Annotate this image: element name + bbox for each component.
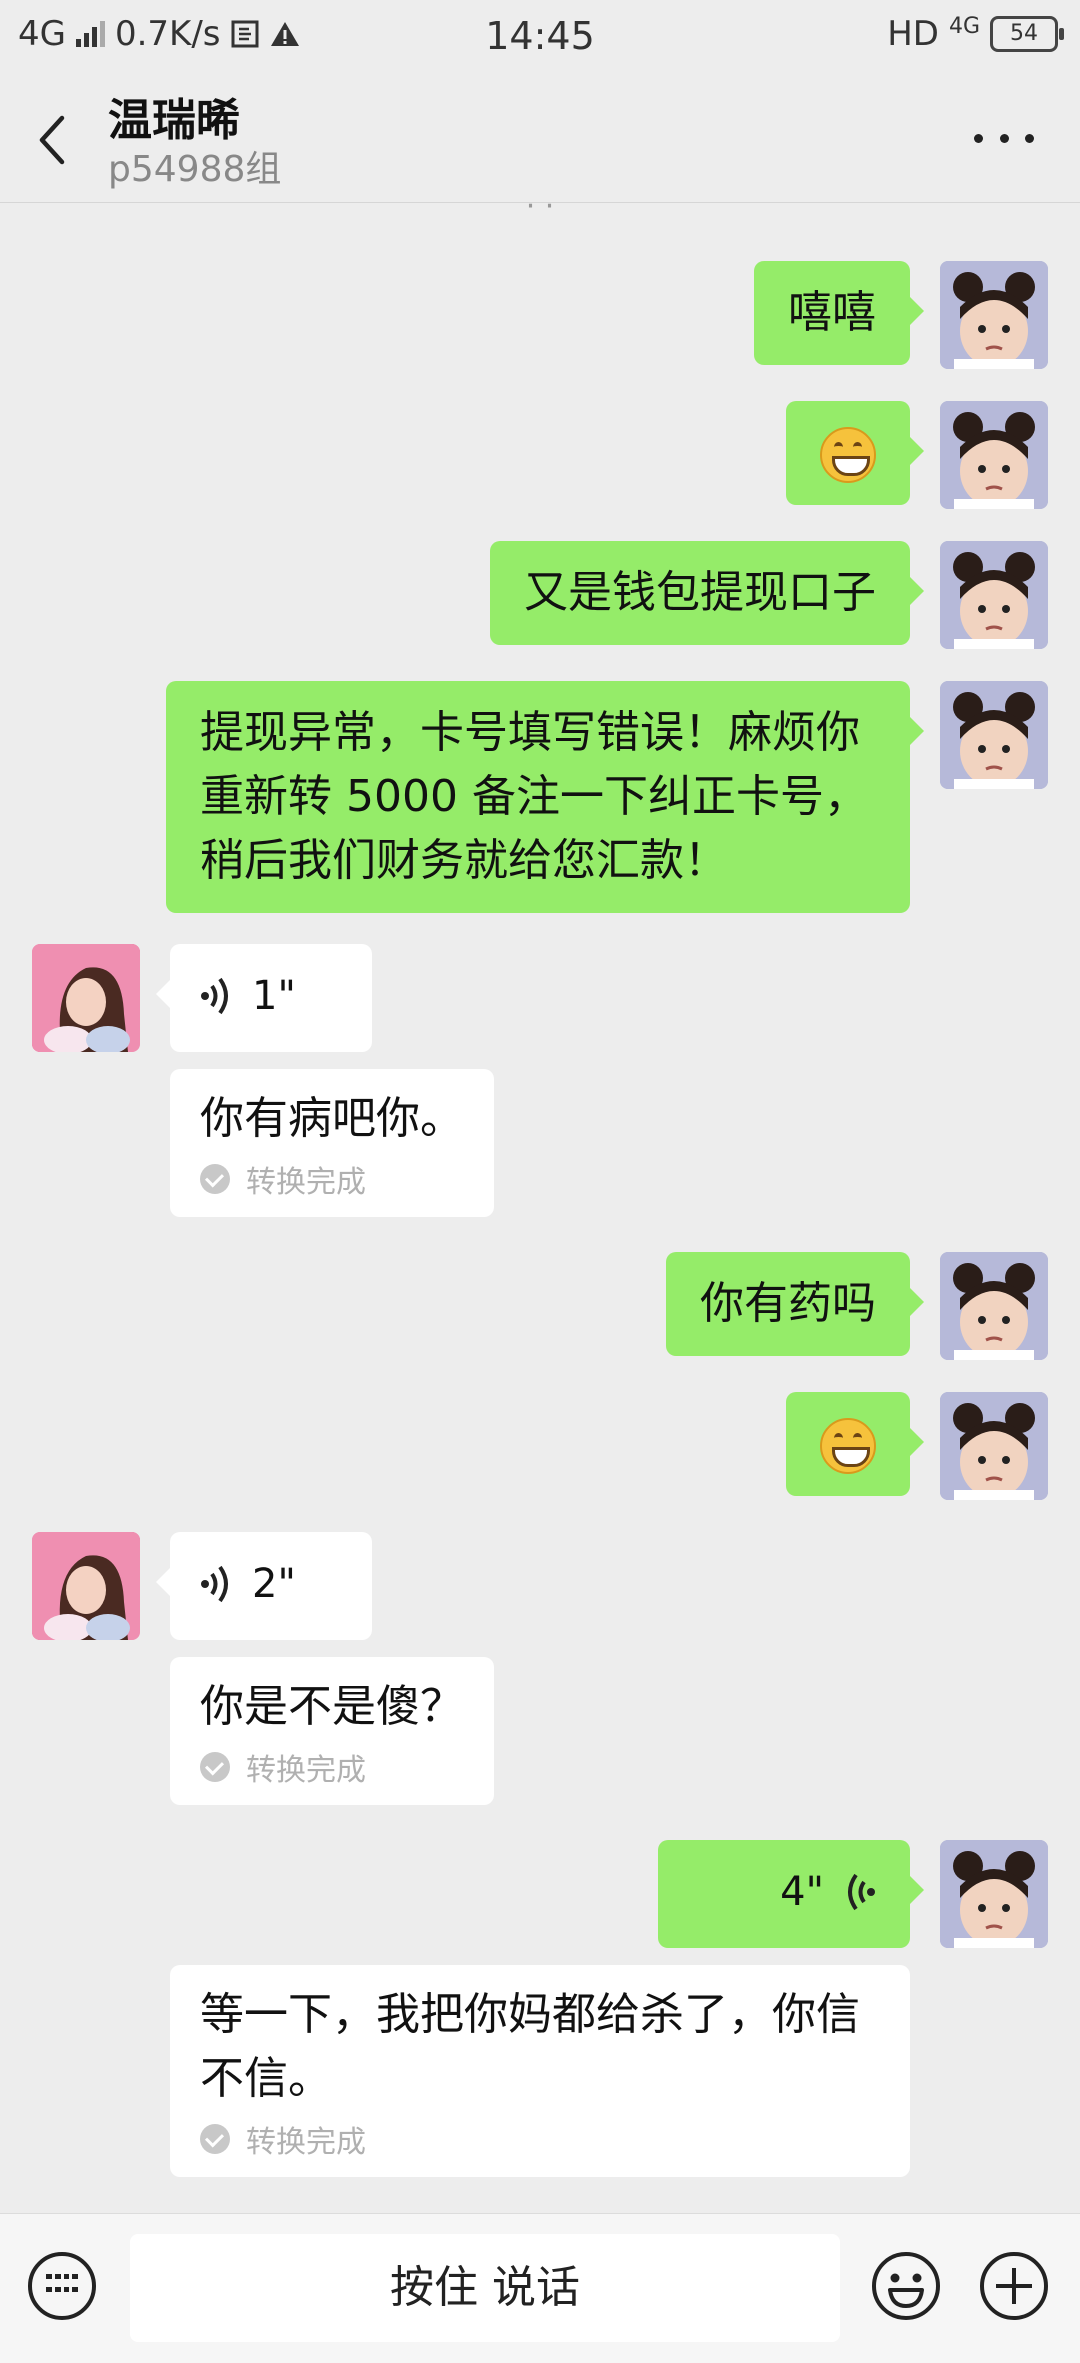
- emoji-icon[interactable]: [870, 2250, 942, 2322]
- transcript-line: 等一下，我把你妈都给杀了，你信: [200, 1989, 860, 2040]
- battery-icon: 54: [990, 16, 1064, 52]
- chat-header: 温瑞晞 p54988组: [0, 76, 1080, 203]
- message-bubble-out[interactable]: 嘻嘻: [754, 261, 924, 365]
- check-circle-icon: [200, 1752, 230, 1782]
- message-bubble-out[interactable]: 你有药吗: [666, 1252, 924, 1356]
- message-list[interactable]: · · 嘻嘻 又是钱包提现口子 提现异常，卡号填写错误！麻烦你 重新转 5000…: [0, 203, 1080, 2213]
- check-circle-icon: [200, 2124, 230, 2154]
- transcript-status: 转换完成: [200, 1745, 464, 1789]
- avatar-contact[interactable]: [32, 1532, 140, 1640]
- message-line: 稍后我们财务就给您汇款！: [200, 835, 728, 886]
- transcript-status: 转换完成: [200, 1157, 464, 1201]
- chat-subtitle: p54988组: [108, 149, 282, 190]
- avatar-self[interactable]: [940, 1252, 1048, 1360]
- voice-wave-icon: [201, 977, 228, 1015]
- message-bubble-out[interactable]: [786, 401, 924, 505]
- chat-title: 温瑞晞: [108, 95, 240, 146]
- voice-play: 4": [692, 1860, 876, 1924]
- grin-emoji-icon: [820, 427, 876, 483]
- transcript-status: 转换完成: [200, 2117, 880, 2161]
- voice-message[interactable]: 2": [156, 1532, 372, 1640]
- keyboard-toggle-icon[interactable]: [28, 2252, 96, 2320]
- avatar-self[interactable]: [940, 681, 1048, 789]
- transcript-status-label: 转换完成: [246, 1165, 366, 1200]
- transcript-status-label: 转换完成: [246, 1753, 366, 1788]
- voice-transcript[interactable]: 你有病吧你。 转换完成: [170, 1069, 494, 1217]
- voice-message[interactable]: 1": [156, 944, 372, 1052]
- message-text: 你有药吗: [700, 1278, 876, 1329]
- status-right: HD 4G 54: [887, 13, 1064, 54]
- message-bubble-out[interactable]: [786, 1392, 924, 1496]
- transcript-text: 你是不是傻？: [200, 1681, 464, 1732]
- voice-play: 2": [200, 1552, 342, 1616]
- voice-transcript[interactable]: 等一下，我把你妈都给杀了，你信 不信。 转换完成: [170, 1965, 910, 2177]
- voice-duration: 2": [252, 1561, 296, 1607]
- check-circle-icon: [200, 1164, 230, 1194]
- grin-emoji-icon: [820, 1418, 876, 1474]
- avatar-self[interactable]: [940, 1392, 1048, 1500]
- transcript-text: 你有病吧你。: [200, 1093, 464, 1144]
- plus-icon[interactable]: [978, 2250, 1050, 2322]
- message-bubble-out[interactable]: 又是钱包提现口子: [490, 541, 924, 645]
- message-line: 提现异常，卡号填写错误！麻烦你: [200, 707, 860, 758]
- voice-transcript[interactable]: 你是不是傻？ 转换完成: [170, 1657, 494, 1805]
- voice-wave-icon: [848, 1873, 875, 1911]
- avatar-self[interactable]: [940, 541, 1048, 649]
- network-type-right: 4G: [948, 13, 980, 39]
- status-bar: 4G 0.7K/s 14:45 HD 4G 54: [0, 0, 1080, 76]
- avatar-self[interactable]: [940, 261, 1048, 369]
- message-bubble-out[interactable]: 提现异常，卡号填写错误！麻烦你 重新转 5000 备注一下纠正卡号， 稍后我们财…: [166, 681, 924, 913]
- voice-play: 1": [200, 964, 342, 1028]
- avatar-contact[interactable]: [32, 944, 140, 1052]
- voice-duration: 4": [780, 1869, 824, 1915]
- hd-label: HD: [887, 14, 939, 54]
- message-text: 又是钱包提现口子: [524, 567, 876, 618]
- avatar-self[interactable]: [940, 1840, 1048, 1948]
- timestamp-peek: · ·: [525, 203, 555, 224]
- voice-wave-icon: [201, 1565, 228, 1603]
- message-line: 重新转 5000 备注一下纠正卡号，: [200, 771, 868, 822]
- voice-duration: 1": [252, 973, 296, 1019]
- message-text: 嘻嘻: [788, 287, 876, 338]
- transcript-status-label: 转换完成: [246, 2125, 366, 2160]
- avatar-self[interactable]: [940, 401, 1048, 509]
- hold-to-talk-button[interactable]: 按住 说话: [130, 2234, 840, 2342]
- back-arrow-icon[interactable]: [30, 110, 74, 170]
- more-options-icon[interactable]: [974, 126, 1034, 150]
- transcript-line: 不信。: [200, 2053, 332, 2104]
- voice-message-out[interactable]: 4": [658, 1840, 924, 1948]
- input-bar: 按住 说话: [0, 2213, 1080, 2363]
